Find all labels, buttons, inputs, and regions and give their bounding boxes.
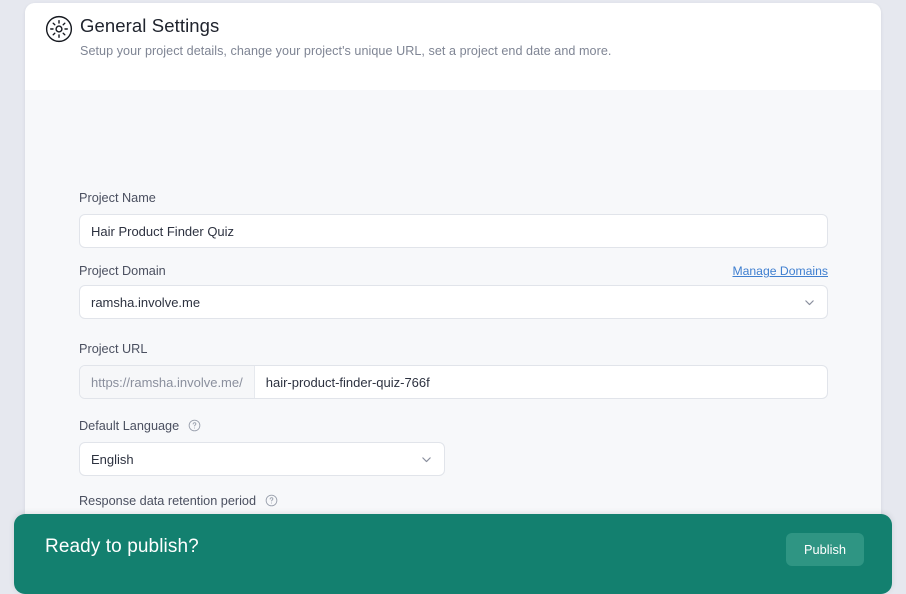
project-name-label: Project Name xyxy=(79,191,156,205)
project-name-row: Project Name Hair Product Finder Quiz xyxy=(79,189,828,248)
chevron-down-icon xyxy=(420,453,433,466)
chevron-down-icon xyxy=(803,296,816,309)
publish-prompt: Ready to publish? xyxy=(45,536,199,558)
card-header: General Settings Setup your project deta… xyxy=(25,3,881,90)
project-url-slug-input[interactable]: hair-product-finder-quiz-766f xyxy=(255,366,827,398)
publish-bar: Ready to publish? Publish xyxy=(14,514,892,594)
help-circle-icon[interactable] xyxy=(188,419,201,432)
project-url-prefix: https://ramsha.involve.me/ xyxy=(80,366,255,398)
default-language-value: English xyxy=(91,452,134,467)
default-language-select[interactable]: English xyxy=(79,442,445,476)
manage-domains-link[interactable]: Manage Domains xyxy=(732,264,828,278)
project-name-value: Hair Product Finder Quiz xyxy=(91,224,234,239)
project-url-row: Project URL https://ramsha.involve.me/ h… xyxy=(79,340,828,399)
help-circle-icon[interactable] xyxy=(265,494,278,507)
default-language-label: Default Language xyxy=(79,419,179,433)
project-domain-row: Project Domain Manage Domains ramsha.inv… xyxy=(79,264,828,319)
gear-icon xyxy=(44,14,74,44)
project-domain-select[interactable]: ramsha.involve.me xyxy=(79,285,828,319)
default-language-row: Default Language English xyxy=(79,417,445,476)
project-domain-value: ramsha.involve.me xyxy=(91,295,200,310)
retention-label-wrap: Response data retention period xyxy=(79,492,445,510)
retention-period-label: Response data retention period xyxy=(79,494,256,508)
project-name-input[interactable]: Hair Product Finder Quiz xyxy=(79,214,828,248)
general-settings-card: General Settings Setup your project deta… xyxy=(25,3,881,579)
default-language-label-wrap: Default Language xyxy=(79,417,445,435)
project-domain-label: Project Domain xyxy=(79,264,166,278)
page-subtitle: Setup your project details, change your … xyxy=(80,44,611,58)
project-url-field[interactable]: https://ramsha.involve.me/ hair-product-… xyxy=(79,365,828,399)
page-title: General Settings xyxy=(80,15,219,37)
project-url-label: Project URL xyxy=(79,342,147,356)
publish-button[interactable]: Publish xyxy=(786,533,864,566)
